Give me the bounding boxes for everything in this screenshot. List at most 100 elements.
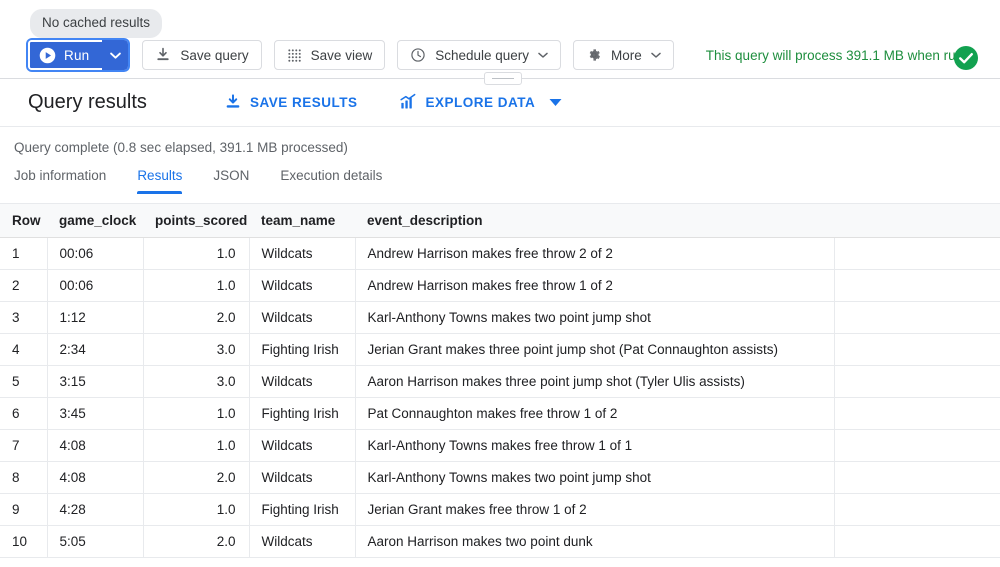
save-results-button[interactable]: SAVE RESULTS xyxy=(224,93,358,111)
save-query-button[interactable]: Save query xyxy=(142,40,261,70)
cell-empty xyxy=(834,365,1000,397)
run-button[interactable]: Run xyxy=(28,40,102,70)
cell-event-description: Pat Connaughton makes free throw 1 of 2 xyxy=(355,397,834,429)
table-row[interactable]: 74:081.0WildcatsKarl-Anthony Towns makes… xyxy=(0,429,1000,461)
tab-execution-details[interactable]: Execution details xyxy=(280,168,382,194)
cell-team-name: Fighting Irish xyxy=(249,493,355,525)
gear-icon xyxy=(586,47,602,63)
grid-dots-icon xyxy=(287,48,302,63)
cell-empty xyxy=(834,461,1000,493)
column-header-points-scored[interactable]: points_scored xyxy=(143,204,249,237)
query-status-text: Query complete (0.8 sec elapsed, 391.1 M… xyxy=(14,140,348,155)
column-header-game-clock[interactable]: game_clock xyxy=(47,204,143,237)
table-row[interactable]: 42:343.0Fighting IrishJerian Grant makes… xyxy=(0,333,1000,365)
caret-down-icon[interactable] xyxy=(549,98,562,107)
column-header-row[interactable]: Row xyxy=(0,204,47,237)
cell-row-number: 7 xyxy=(0,429,47,461)
cell-game-clock: 4:08 xyxy=(47,461,143,493)
cell-game-clock: 00:06 xyxy=(47,237,143,269)
bigquery-results-panel: No cached results Run Save query xyxy=(0,0,1000,567)
cell-event-description: Karl-Anthony Towns makes two point jump … xyxy=(355,461,834,493)
cell-team-name: Wildcats xyxy=(249,525,355,557)
cell-points-scored: 1.0 xyxy=(143,493,249,525)
results-table-body: 100:061.0WildcatsAndrew Harrison makes f… xyxy=(0,237,1000,557)
results-table-container[interactable]: Row game_clock points_scored team_name e… xyxy=(0,204,1000,563)
run-button-label: Run xyxy=(64,48,89,63)
header-rule xyxy=(0,126,1000,127)
tab-job-information[interactable]: Job information xyxy=(14,168,106,194)
cell-team-name: Wildcats xyxy=(249,237,355,269)
play-circle-icon xyxy=(39,47,56,64)
cell-empty xyxy=(834,397,1000,429)
tab-json[interactable]: JSON xyxy=(213,168,249,194)
more-label: More xyxy=(611,48,642,63)
cell-event-description: Karl-Anthony Towns makes two point jump … xyxy=(355,301,834,333)
cell-empty xyxy=(834,493,1000,525)
cell-event-description: Andrew Harrison makes free throw 1 of 2 xyxy=(355,269,834,301)
cell-row-number: 8 xyxy=(0,461,47,493)
clock-icon xyxy=(410,47,426,63)
table-row[interactable]: 105:052.0WildcatsAaron Harrison makes tw… xyxy=(0,525,1000,557)
query-toolbar: Run Save query xyxy=(0,38,1000,72)
green-check-circle-icon xyxy=(953,45,979,71)
cell-row-number: 4 xyxy=(0,333,47,365)
cell-row-number: 5 xyxy=(0,365,47,397)
cell-points-scored: 1.0 xyxy=(143,429,249,461)
cell-team-name: Wildcats xyxy=(249,429,355,461)
chevron-down-icon xyxy=(651,50,661,60)
cell-game-clock: 4:28 xyxy=(47,493,143,525)
cell-team-name: Wildcats xyxy=(249,365,355,397)
table-row[interactable]: 84:082.0WildcatsKarl-Anthony Towns makes… xyxy=(0,461,1000,493)
cell-row-number: 10 xyxy=(0,525,47,557)
cell-game-clock: 5:05 xyxy=(47,525,143,557)
table-header-row: Row game_clock points_scored team_name e… xyxy=(0,204,1000,237)
cell-points-scored: 1.0 xyxy=(143,397,249,429)
cell-event-description: Aaron Harrison makes three point jump sh… xyxy=(355,365,834,397)
cell-points-scored: 2.0 xyxy=(143,301,249,333)
table-row[interactable]: 100:061.0WildcatsAndrew Harrison makes f… xyxy=(0,237,1000,269)
schedule-query-button[interactable]: Schedule query xyxy=(397,40,561,70)
chevron-down-icon xyxy=(538,50,548,60)
more-button[interactable]: More xyxy=(573,40,674,70)
save-download-icon xyxy=(224,93,242,111)
table-row[interactable]: 53:153.0WildcatsAaron Harrison makes thr… xyxy=(0,365,1000,397)
cell-empty xyxy=(834,333,1000,365)
table-row[interactable]: 63:451.0Fighting IrishPat Connaughton ma… xyxy=(0,397,1000,429)
cell-points-scored: 3.0 xyxy=(143,333,249,365)
cell-points-scored: 1.0 xyxy=(143,237,249,269)
column-header-team-name[interactable]: team_name xyxy=(249,204,355,237)
cell-team-name: Wildcats xyxy=(249,269,355,301)
save-query-label: Save query xyxy=(180,48,248,63)
cell-game-clock: 3:15 xyxy=(47,365,143,397)
cell-empty xyxy=(834,525,1000,557)
chart-trend-icon xyxy=(399,93,417,111)
explore-data-label: EXPLORE DATA xyxy=(425,95,535,110)
chevron-down-icon xyxy=(110,50,121,61)
save-results-label: SAVE RESULTS xyxy=(250,95,358,110)
table-row[interactable]: 31:122.0WildcatsKarl-Anthony Towns makes… xyxy=(0,301,1000,333)
table-row[interactable]: 200:061.0WildcatsAndrew Harrison makes f… xyxy=(0,269,1000,301)
cell-row-number: 6 xyxy=(0,397,47,429)
cell-team-name: Wildcats xyxy=(249,301,355,333)
explore-data-button[interactable]: EXPLORE DATA xyxy=(399,93,562,111)
cell-game-clock: 2:34 xyxy=(47,333,143,365)
save-download-icon xyxy=(155,47,171,63)
run-split-button[interactable]: Run xyxy=(28,40,128,70)
table-row[interactable]: 94:281.0Fighting IrishJerian Grant makes… xyxy=(0,493,1000,525)
cell-team-name: Wildcats xyxy=(249,461,355,493)
cell-event-description: Jerian Grant makes free throw 1 of 2 xyxy=(355,493,834,525)
cell-game-clock: 3:45 xyxy=(47,397,143,429)
tab-results[interactable]: Results xyxy=(137,168,182,194)
cell-game-clock: 00:06 xyxy=(47,269,143,301)
cell-empty xyxy=(834,301,1000,333)
cell-empty xyxy=(834,429,1000,461)
run-dropdown-button[interactable] xyxy=(102,40,128,70)
query-process-estimate: This query will process 391.1 MB when ru… xyxy=(706,48,967,63)
cell-event-description: Jerian Grant makes three point jump shot… xyxy=(355,333,834,365)
results-table: Row game_clock points_scored team_name e… xyxy=(0,204,1000,558)
column-header-event-description[interactable]: event_description xyxy=(355,204,834,237)
save-view-button[interactable]: Save view xyxy=(274,40,386,70)
cell-event-description: Karl-Anthony Towns makes free throw 1 of… xyxy=(355,429,834,461)
column-header-empty xyxy=(834,204,1000,237)
cell-row-number: 3 xyxy=(0,301,47,333)
